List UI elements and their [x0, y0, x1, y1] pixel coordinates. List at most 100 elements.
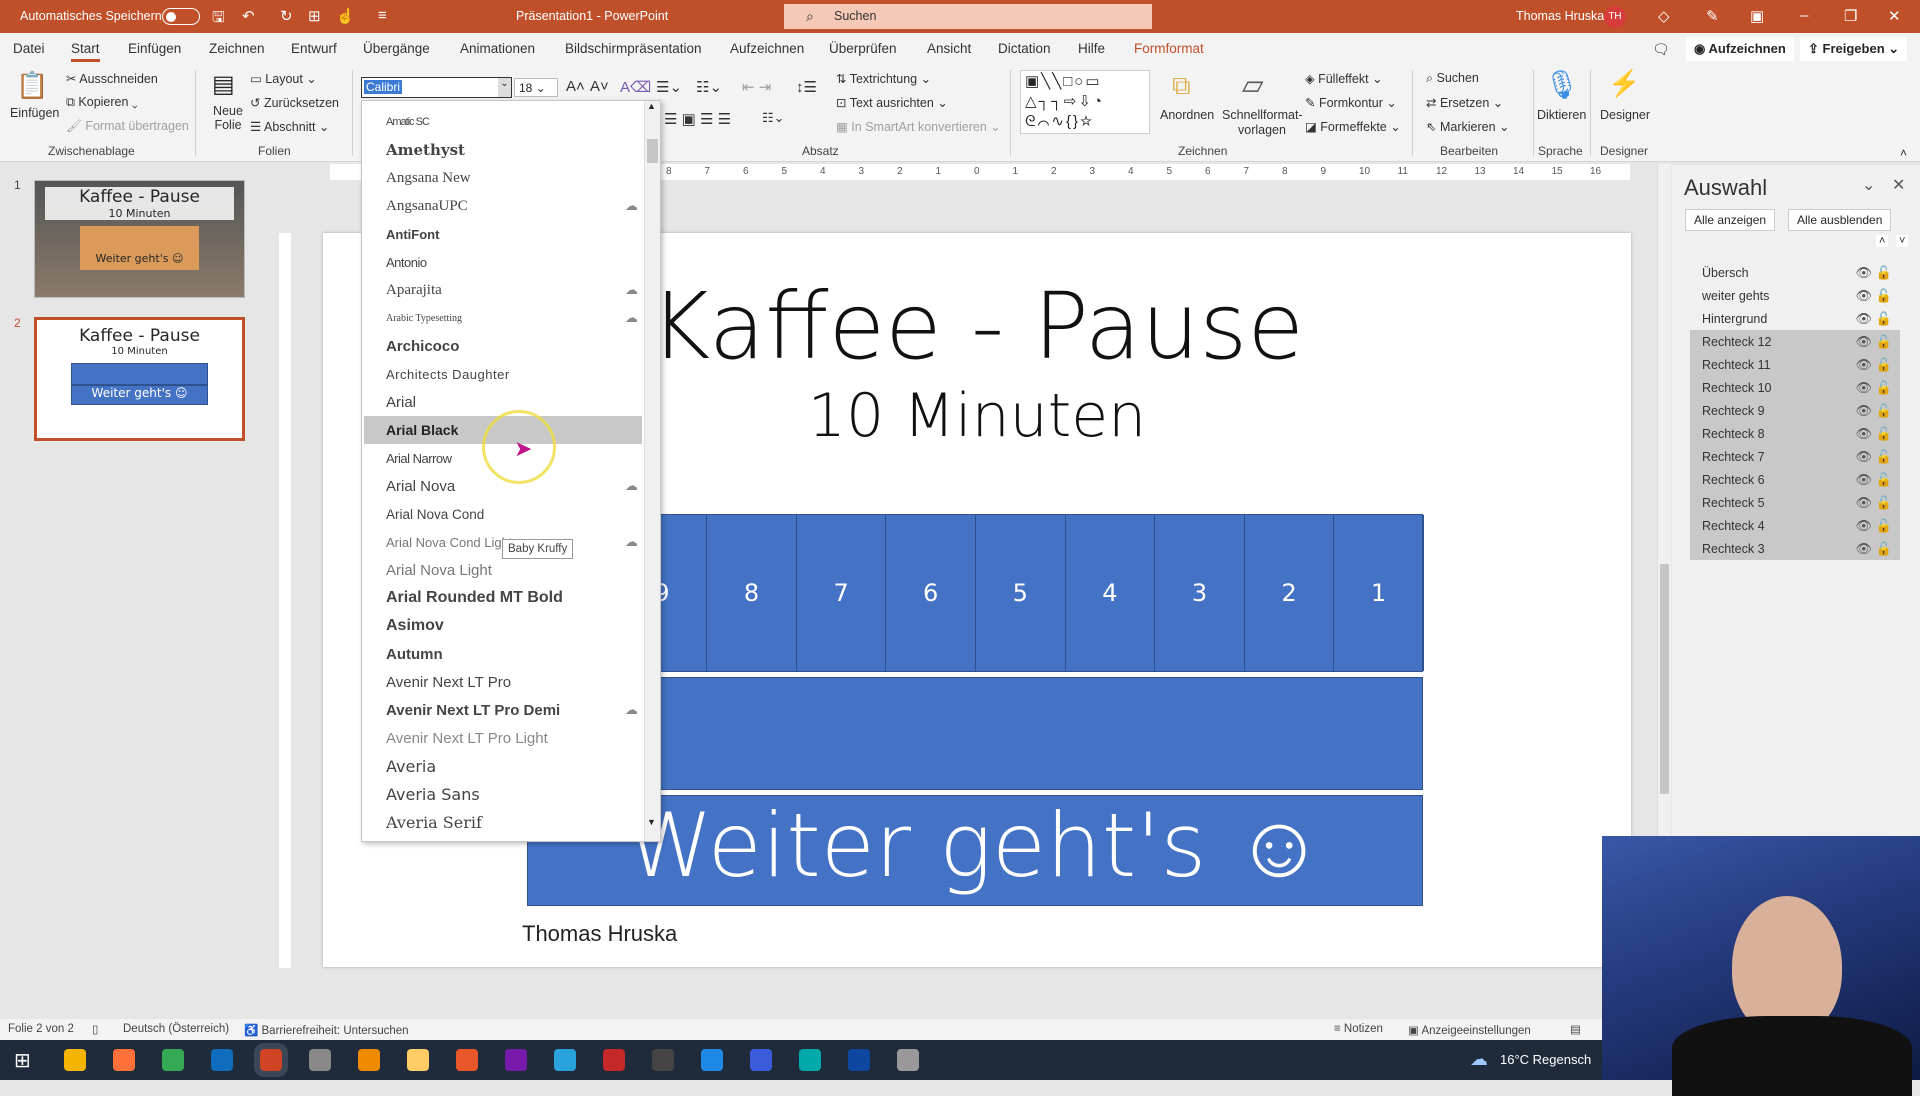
- font-option[interactable]: Archicoco: [364, 332, 642, 360]
- visibility-eye-icon[interactable]: 👁: [1855, 380, 1872, 396]
- slide-thumbnail-2[interactable]: Kaffee - Pause 10 Minuten Weiter geht's …: [34, 317, 245, 441]
- layout-button[interactable]: ▭ Layout ⌄: [250, 71, 317, 86]
- pen-icon[interactable]: ✎: [1706, 7, 1719, 25]
- shape-fill-button[interactable]: ◈ Fülleffekt ⌄: [1305, 71, 1383, 86]
- taskbar-app-icon[interactable]: [799, 1049, 821, 1071]
- countdown-cell[interactable]: 6: [886, 515, 976, 671]
- selection-item[interactable]: Rechteck 12 👁 🔓: [1690, 330, 1900, 353]
- countdown-cell[interactable]: 8: [707, 515, 797, 671]
- user-avatar[interactable]: TH: [1604, 6, 1626, 28]
- tab-uebergaenge[interactable]: Übergänge: [363, 41, 430, 56]
- unlock-icon[interactable]: 🔓: [1876, 265, 1892, 281]
- tab-ueberpruefen[interactable]: Überprüfen: [829, 41, 897, 56]
- selection-item[interactable]: Rechteck 7 👁 🔓: [1690, 445, 1900, 468]
- taskbar-app-icon[interactable]: [701, 1049, 723, 1071]
- dictate-button[interactable]: Diktieren: [1537, 108, 1586, 122]
- scroll-down-icon[interactable]: ▼: [647, 817, 656, 827]
- selection-item[interactable]: Rechteck 3 👁 🔓: [1690, 537, 1900, 560]
- touch-mode-icon[interactable]: ☝: [336, 7, 355, 25]
- countdown-cell[interactable]: 1: [1334, 515, 1424, 671]
- bullets-icon[interactable]: ☰⌄: [656, 78, 682, 96]
- section-button[interactable]: ☰ Abschnitt ⌄: [250, 119, 329, 134]
- minimize-icon[interactable]: –: [1800, 7, 1808, 24]
- background-rectangle[interactable]: [527, 677, 1423, 790]
- send-backward-icon[interactable]: ˅: [1896, 235, 1909, 247]
- taskbar-app-icon[interactable]: [254, 1043, 288, 1077]
- visibility-eye-icon[interactable]: 👁: [1855, 472, 1872, 488]
- shrink-font-icon[interactable]: A˅: [590, 78, 609, 95]
- selection-item[interactable]: Übersch 👁 🔓: [1690, 261, 1900, 284]
- visibility-eye-icon[interactable]: 👁: [1855, 357, 1872, 373]
- share-button[interactable]: ⇪ Freigeben ⌄: [1800, 37, 1908, 61]
- font-name-input[interactable]: Calibri ⌄: [361, 77, 512, 98]
- tab-zeichnen[interactable]: Zeichnen: [209, 41, 265, 56]
- windows-start-icon[interactable]: ⊞: [14, 1048, 31, 1073]
- quick-styles-button[interactable]: Schnellformat-vorlagen: [1222, 108, 1303, 138]
- tab-datei[interactable]: Datei: [13, 41, 45, 56]
- countdown-cell[interactable]: 4: [1066, 515, 1156, 671]
- pane-options-chevron-icon[interactable]: ⌄: [1862, 175, 1875, 195]
- selection-item[interactable]: Rechteck 11 👁 🔓: [1690, 353, 1900, 376]
- show-all-button[interactable]: Alle anzeigen: [1685, 209, 1776, 231]
- font-option[interactable]: Architects Daughter: [364, 360, 642, 388]
- selection-item[interactable]: Rechteck 9 👁 🔓: [1690, 399, 1900, 422]
- visibility-eye-icon[interactable]: 👁: [1855, 311, 1872, 327]
- undo-icon[interactable]: ↶: [242, 7, 255, 25]
- font-option[interactable]: Averia Serif: [364, 808, 642, 836]
- redo-icon[interactable]: ↻: [280, 7, 293, 25]
- select-button[interactable]: ⇖ Markieren ⌄: [1426, 119, 1509, 134]
- line-spacing-icon[interactable]: ↕☰: [796, 78, 817, 96]
- ribbon-display-icon[interactable]: ▣: [1750, 7, 1764, 25]
- tab-aufzeichnen[interactable]: Aufzeichnen: [730, 41, 804, 56]
- selection-item[interactable]: Rechteck 4 👁 🔓: [1690, 514, 1900, 537]
- tab-ansicht[interactable]: Ansicht: [927, 41, 971, 56]
- taskbar-app-icon[interactable]: [407, 1049, 429, 1071]
- text-direction-button[interactable]: ⇅ Textrichtung ⌄: [836, 71, 931, 86]
- selection-item[interactable]: Rechteck 6 👁 🔓: [1690, 468, 1900, 491]
- tab-bildschirmpraesentation[interactable]: Bildschirmpräsentation: [565, 41, 702, 56]
- unlock-icon[interactable]: 🔓: [1876, 311, 1892, 327]
- font-option[interactable]: AntiFont: [364, 220, 642, 248]
- tab-dictation[interactable]: Dictation: [998, 41, 1051, 56]
- font-dropdown-arrow-icon[interactable]: ⌄: [498, 78, 511, 97]
- unlock-icon[interactable]: 🔓: [1876, 518, 1892, 534]
- tab-formformat[interactable]: Formformat: [1134, 41, 1204, 56]
- selection-item[interactable]: weiter gehts 👁 🔓: [1690, 284, 1900, 307]
- customize-toolbar-icon[interactable]: ≡: [378, 7, 387, 24]
- accessibility-status[interactable]: ♿ Barrierefreiheit: Untersuchen: [244, 1023, 409, 1037]
- visibility-eye-icon[interactable]: 👁: [1855, 449, 1872, 465]
- font-option[interactable]: Aparajita ☁: [364, 276, 642, 304]
- dropdown-scroll-thumb[interactable]: [647, 139, 658, 163]
- align-icons[interactable]: ☰ ▣ ☰ ☰: [664, 110, 731, 128]
- new-slide-button[interactable]: Neue Folie: [208, 104, 248, 132]
- search-box[interactable]: ⌕ Suchen: [784, 4, 1152, 29]
- font-option[interactable]: Averia: [364, 752, 642, 780]
- find-button[interactable]: ⌕ Suchen: [1426, 71, 1479, 86]
- tab-einfuegen[interactable]: Einfügen: [128, 41, 181, 56]
- numbering-icon[interactable]: ☷⌄: [696, 78, 722, 96]
- unlock-icon[interactable]: 🔓: [1876, 541, 1892, 557]
- countdown-cell[interactable]: 7: [797, 515, 887, 671]
- pane-close-icon[interactable]: ✕: [1892, 175, 1905, 195]
- maximize-icon[interactable]: ❐: [1844, 7, 1857, 25]
- notes-button[interactable]: ≡ Notizen: [1334, 1023, 1383, 1035]
- scroll-up-icon[interactable]: ▲: [647, 101, 656, 111]
- grow-font-icon[interactable]: A˄: [566, 78, 585, 95]
- replace-button[interactable]: ⇄ Ersetzen ⌄: [1426, 95, 1503, 110]
- scrollbar-thumb[interactable]: [1660, 564, 1669, 794]
- shape-outline-button[interactable]: ✎ Formkontur ⌄: [1305, 95, 1397, 110]
- unlock-icon[interactable]: 🔓: [1876, 403, 1892, 419]
- weather-text[interactable]: 16°C Regensch: [1500, 1052, 1591, 1067]
- clear-formatting-icon[interactable]: A⌫: [620, 78, 651, 96]
- selection-item[interactable]: Rechteck 10 👁 🔓: [1690, 376, 1900, 399]
- font-option[interactable]: Avenir Next LT Pro Demi ☁: [364, 696, 642, 724]
- taskbar-app-icon[interactable]: [309, 1049, 331, 1071]
- unlock-icon[interactable]: 🔓: [1876, 380, 1892, 396]
- unlock-icon[interactable]: 🔓: [1876, 495, 1892, 511]
- premium-diamond-icon[interactable]: ◇: [1658, 7, 1670, 25]
- dropdown-scrollbar[interactable]: ▲ ▼: [644, 101, 660, 841]
- copy-button[interactable]: ⧉ Kopieren ⌄: [66, 95, 138, 110]
- arrange-button[interactable]: Anordnen: [1160, 108, 1214, 122]
- unlock-icon[interactable]: 🔓: [1876, 472, 1892, 488]
- reset-button[interactable]: ↺ Zurücksetzen: [250, 95, 339, 110]
